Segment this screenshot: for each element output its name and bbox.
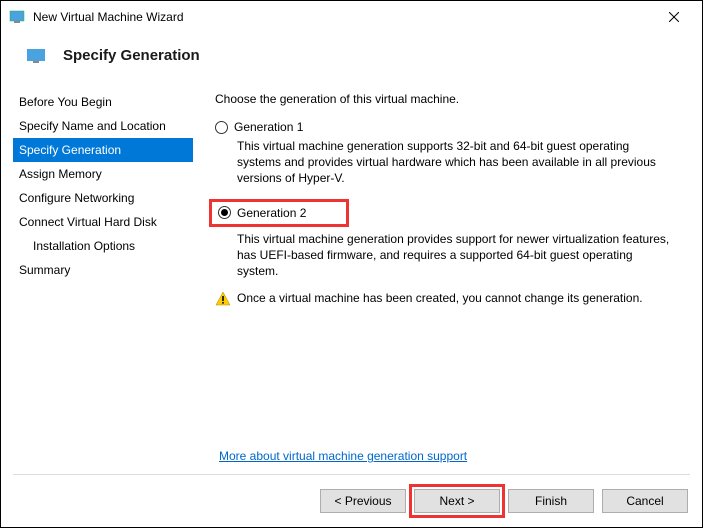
- page-title: Specify Generation: [63, 47, 200, 64]
- gen2-description: This virtual machine generation provides…: [237, 231, 676, 280]
- radio-gen1[interactable]: [215, 121, 228, 134]
- titlebar: New Virtual Machine Wizard: [1, 1, 702, 33]
- titlebar-text: New Virtual Machine Wizard: [33, 10, 654, 24]
- cancel-button[interactable]: Cancel: [602, 489, 688, 513]
- app-icon: [9, 9, 25, 25]
- sidebar-item-specify-generation[interactable]: Specify Generation: [13, 138, 193, 162]
- wizard-header: Specify Generation: [1, 33, 702, 82]
- generation-1-option[interactable]: Generation 1 This virtual machine genera…: [215, 120, 676, 187]
- sidebar-item-before-you-begin[interactable]: Before You Begin: [13, 90, 193, 114]
- gen1-description: This virtual machine generation supports…: [237, 138, 676, 187]
- close-button[interactable]: [654, 3, 694, 31]
- more-info-link[interactable]: More about virtual machine generation su…: [219, 449, 467, 463]
- header-icon: [27, 49, 45, 63]
- sidebar-item-summary[interactable]: Summary: [13, 258, 193, 282]
- generation-2-option[interactable]: Generation 2 This virtual machine genera…: [215, 199, 676, 280]
- radio-gen2[interactable]: [218, 206, 231, 219]
- sidebar-item-assign-memory[interactable]: Assign Memory: [13, 162, 193, 186]
- instruction-text: Choose the generation of this virtual ma…: [215, 92, 676, 106]
- sidebar-item-installation-options[interactable]: Installation Options: [13, 234, 193, 258]
- previous-button[interactable]: < Previous: [320, 489, 406, 513]
- radio-gen1-label: Generation 1: [234, 120, 303, 134]
- warning-row: Once a virtual machine has been created,…: [215, 291, 676, 307]
- button-row: < Previous Next > Finish Cancel: [320, 489, 688, 513]
- wizard-steps-sidebar: Before You Begin Specify Name and Locati…: [13, 82, 193, 307]
- warning-icon: [215, 291, 231, 307]
- main-panel: Choose the generation of this virtual ma…: [193, 82, 690, 307]
- sidebar-item-configure-networking[interactable]: Configure Networking: [13, 186, 193, 210]
- radio-gen2-label: Generation 2: [237, 206, 306, 220]
- sidebar-item-specify-name[interactable]: Specify Name and Location: [13, 114, 193, 138]
- warning-text: Once a virtual machine has been created,…: [237, 291, 643, 305]
- finish-button[interactable]: Finish: [508, 489, 594, 513]
- sidebar-item-connect-vhd[interactable]: Connect Virtual Hard Disk: [13, 210, 193, 234]
- separator: [13, 474, 690, 475]
- close-icon: [669, 12, 679, 22]
- next-button[interactable]: Next >: [414, 489, 500, 513]
